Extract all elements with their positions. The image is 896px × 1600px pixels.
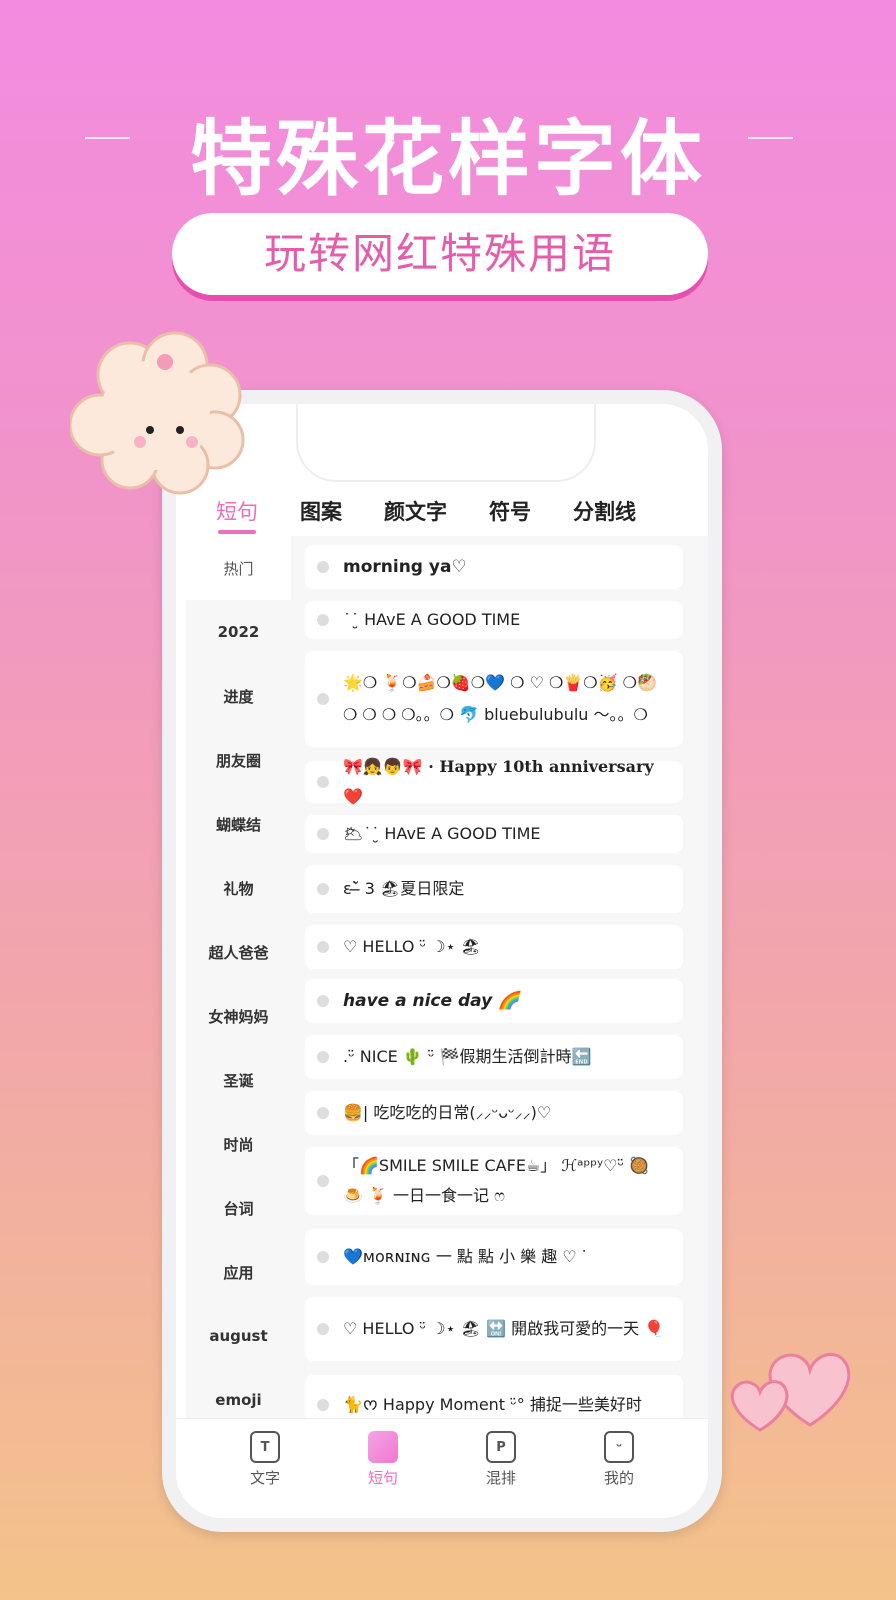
tab-kaomoji[interactable]: 颜文字 [384,496,447,526]
sidebar: 热门 2022 进度 朋友圈 蝴蝶结 礼物 超人爸爸 女神妈妈 圣诞 时尚 台词 应用 august em… [186,536,291,1456]
nav-item[interactable]: T 文字 [225,1431,305,1518]
tab-short-sentences[interactable]: 短句 [216,496,258,534]
tab-patterns[interactable]: 图案 [300,496,342,526]
nav-label: 短句 [367,1469,398,1487]
bullet-icon [317,995,329,1007]
sidebar-item[interactable]: 女神妈妈 [186,984,291,1048]
sidebar-item[interactable]: 礼物 [186,856,291,920]
hearts-decoration-icon [730,1352,851,1432]
bullet-icon [317,941,329,953]
phrase-text: .ᵕ̈ NICE 🌵 ᵕ̈ 🏁假期生活倒計時🔚 [343,1047,592,1066]
sidebar-item[interactable]: 台词 [186,1176,291,1240]
phrase-text: 🌥˙˙̮ HAvE A GOOD TIME [343,824,541,843]
list-item[interactable]: .ᵕ̈ NICE 🌵 ᵕ̈ 🏁假期生活倒計時🔚 [305,1035,683,1079]
promo-subtitle: 玩转网红特殊用语 [172,213,708,295]
phrase-text: ♡ HELLO ᵕ̈ ☽⋆ 🏖 🔛 開啟我可愛的一天 🎈 [343,1319,665,1338]
phrase-text: 🍔| 吃吃吃的日常(⸝⸝ᵕᴗᵕ⸝⸝)♡ [343,1103,552,1122]
bullet-icon [317,1399,329,1411]
phrase-text: morning ya♡ [343,557,467,577]
tab-symbols[interactable]: 符号 [489,496,531,526]
bullet-icon [317,1107,329,1119]
list-item[interactable]: ˙˙̮ HAvE A GOOD TIME [305,601,683,639]
bullet-icon [317,693,329,705]
list-item[interactable]: ♡ HELLO ᵕ̈ ☽⋆ 🏖 [305,925,683,969]
promo-title: 特殊花样字体 [189,112,706,207]
nav-label: 文字 [249,1469,280,1487]
phrase-text: 🎀👧👦🎀 · Happy 10th anniversary ❤️ [343,757,654,806]
phrase-text: ˙˙̮ HAvE A GOOD TIME [343,610,521,629]
phrase-list: morning ya♡ ˙˙̮ HAvE A GOOD TIME 🌟❍ 🍹❍🍰❍🍓❍… [291,536,708,1456]
sidebar-item[interactable]: 圣诞 [186,1048,291,1112]
sidebar-item[interactable]: august [186,1304,291,1368]
sidebar-item[interactable]: 时尚 [186,1112,291,1176]
phrase-text: 💙ᴍᴏʀɴɪɴɢ 一 點 點 小 樂 趣 ♡ ᐝ [343,1247,586,1266]
list-item[interactable]: have a nice day 🌈 [305,979,683,1023]
list-item[interactable]: 🎀👧👦🎀 · Happy 10th anniversary ❤️ [305,757,683,806]
bullet-icon [317,561,329,573]
list-item[interactable]: morning ya♡ [305,545,683,589]
phrase-text: 「🌈SMILE SMILE CAFE☕」 ℋᵃᵖᵖʸ♡ᵕ̈ 🥘 🍮 🍹 一日一食… [343,1156,650,1205]
list-item[interactable]: 💙ᴍᴏʀɴɪɴɢ 一 點 點 小 樂 趣 ♡ ᐝ [305,1229,683,1285]
bullet-icon [317,1323,329,1335]
nav-item[interactable]: ᵕ 我的 [579,1431,659,1518]
bullet-icon [317,828,329,840]
nav-label: 混排 [485,1469,516,1487]
phrase-text: have a nice day 🌈 [343,991,520,1011]
category-tabs: 短句 图案 颜文字 符号 分割线 [216,496,678,534]
list-item[interactable]: 🌥˙˙̮ HAvE A GOOD TIME [305,815,683,853]
bullet-icon [317,614,329,626]
nav-label: 我的 [603,1469,634,1487]
tab-dividers[interactable]: 分割线 [573,496,636,526]
phrase-text: 🌟❍ 🍹❍🍰❍🍓❍💙 ❍ ♡ ❍🍟❍🥳 ❍🥙❍ ❍ ❍ ❍。。❍ 🐬 blueb… [343,673,657,724]
phrase-text: ♡ HELLO ᵕ̈ ☽⋆ 🏖 [343,937,481,956]
bear-profile-icon: ᵕ [604,1431,634,1463]
phrase-text: ε˘̶̀ 3 🏖夏日限定 [343,879,465,898]
sidebar-item[interactable]: 蝴蝶结 [186,792,291,856]
bullet-icon [317,883,329,895]
sidebar-item[interactable]: 应用 [186,1240,291,1304]
nav-item[interactable]: 短句 [343,1431,423,1518]
mix-tab-icon: P [486,1431,516,1463]
bottom-nav: T 文字 短句 P 混排 ᵕ 我的 [176,1418,708,1518]
bullet-icon [317,1175,329,1187]
sheep-mascot-icon [70,331,245,495]
list-item[interactable]: 🍔| 吃吃吃的日常(⸝⸝ᵕᴗᵕ⸝⸝)♡ [305,1091,683,1135]
phone-notch [296,404,596,482]
list-item[interactable]: 「🌈SMILE SMILE CAFE☕」 ℋᵃᵖᵖʸ♡ᵕ̈ 🥘 🍮 🍹 一日一食… [305,1147,683,1215]
bullet-icon [317,1251,329,1263]
sidebar-item[interactable]: 朋友圈 [186,728,291,792]
sidebar-item[interactable]: 2022 [186,600,291,664]
text-tab-icon: T [250,1431,280,1463]
nav-item[interactable]: P 混排 [461,1431,541,1518]
list-item[interactable]: ε˘̶̀ 3 🏖夏日限定 [305,865,683,913]
phrase-tab-icon [368,1431,398,1463]
bullet-icon [317,1051,329,1063]
sidebar-item[interactable]: 超人爸爸 [186,920,291,984]
phrase-text: 🐈ᰔ Happy Moment ᵕ̈° 捕捉一些美好时 [343,1395,642,1414]
sidebar-item[interactable]: 进度 [186,664,291,728]
bullet-icon [317,776,329,788]
phone-frame: 短句 图案 颜文字 符号 分割线 热门 2022 进度 朋友圈 蝴蝶结 礼物 超人爸爸 女神妈… [162,390,722,1532]
list-item[interactable]: 🌟❍ 🍹❍🍰❍🍓❍💙 ❍ ♡ ❍🍟❍🥳 ❍🥙❍ ❍ ❍ ❍。。❍ 🐬 blueb… [305,651,683,747]
sidebar-item[interactable]: 热门 [186,536,291,600]
list-item[interactable]: ♡ HELLO ᵕ̈ ☽⋆ 🏖 🔛 開啟我可愛的一天 🎈 [305,1297,683,1361]
